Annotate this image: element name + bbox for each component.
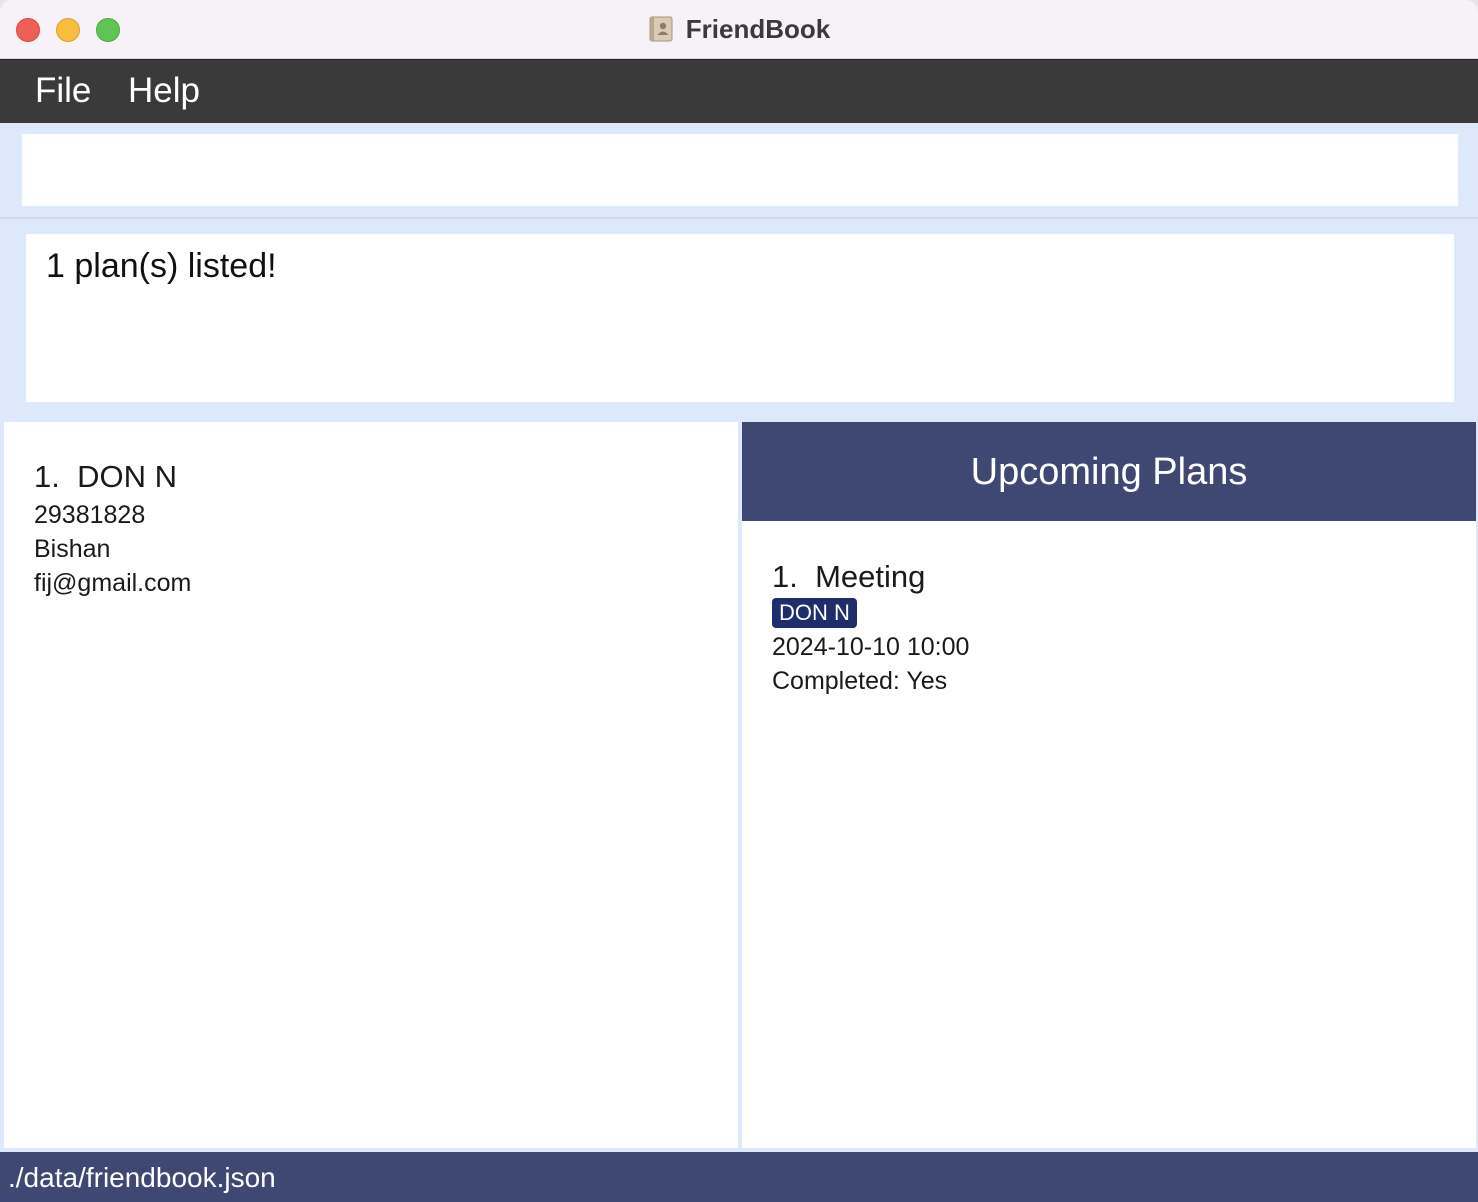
contacts-book-icon: [648, 16, 674, 42]
person-card[interactable]: 1. DON N 29381828 Bishan fij@gmail.com: [34, 458, 191, 600]
plan-title: Meeting: [815, 559, 926, 594]
window-title-group: FriendBook: [0, 0, 1478, 58]
person-name: DON N: [77, 459, 177, 494]
status-bar: ./data/friendbook.json: [0, 1152, 1478, 1202]
person-phone: 29381828: [34, 501, 146, 529]
result-message: 1 plan(s) listed!: [46, 247, 277, 285]
title-bar[interactable]: FriendBook: [0, 0, 1478, 59]
menu-file[interactable]: File: [35, 70, 91, 112]
app-window: FriendBook File Help 1 plan(s) listed! 1…: [0, 0, 1478, 1202]
plan-list-panel[interactable]: Upcoming Plans 1. Meeting DON N 2024-10-…: [742, 422, 1476, 1148]
plan-completed: Completed: Yes: [772, 667, 948, 695]
command-input[interactable]: [22, 134, 1458, 206]
plan-index: 1.: [772, 559, 798, 594]
plan-participant-tag: DON N: [772, 598, 857, 628]
plan-panel-title: Upcoming Plans: [970, 451, 1248, 493]
plan-title-line: 1. Meeting: [772, 558, 969, 596]
plan-tags: DON N: [772, 598, 969, 630]
plan-card[interactable]: 1. Meeting DON N 2024-10-10 10:00 Comple…: [772, 558, 969, 698]
person-index: 1.: [34, 459, 60, 494]
menu-help[interactable]: Help: [128, 70, 200, 112]
person-email: fij@gmail.com: [34, 569, 192, 597]
person-name-line: 1. DON N: [34, 458, 191, 496]
window-title: FriendBook: [685, 13, 831, 44]
person-list-panel[interactable]: 1. DON N 29381828 Bishan fij@gmail.com: [4, 422, 738, 1148]
plan-datetime: 2024-10-10 10:00: [772, 633, 970, 661]
data-file-path: ./data/friendbook.json: [8, 1162, 276, 1193]
menu-bar: File Help: [0, 59, 1478, 123]
result-display: 1 plan(s) listed!: [26, 234, 1454, 402]
plan-panel-header: Upcoming Plans: [742, 422, 1476, 521]
divider: [0, 217, 1478, 219]
person-address: Bishan: [34, 535, 111, 563]
